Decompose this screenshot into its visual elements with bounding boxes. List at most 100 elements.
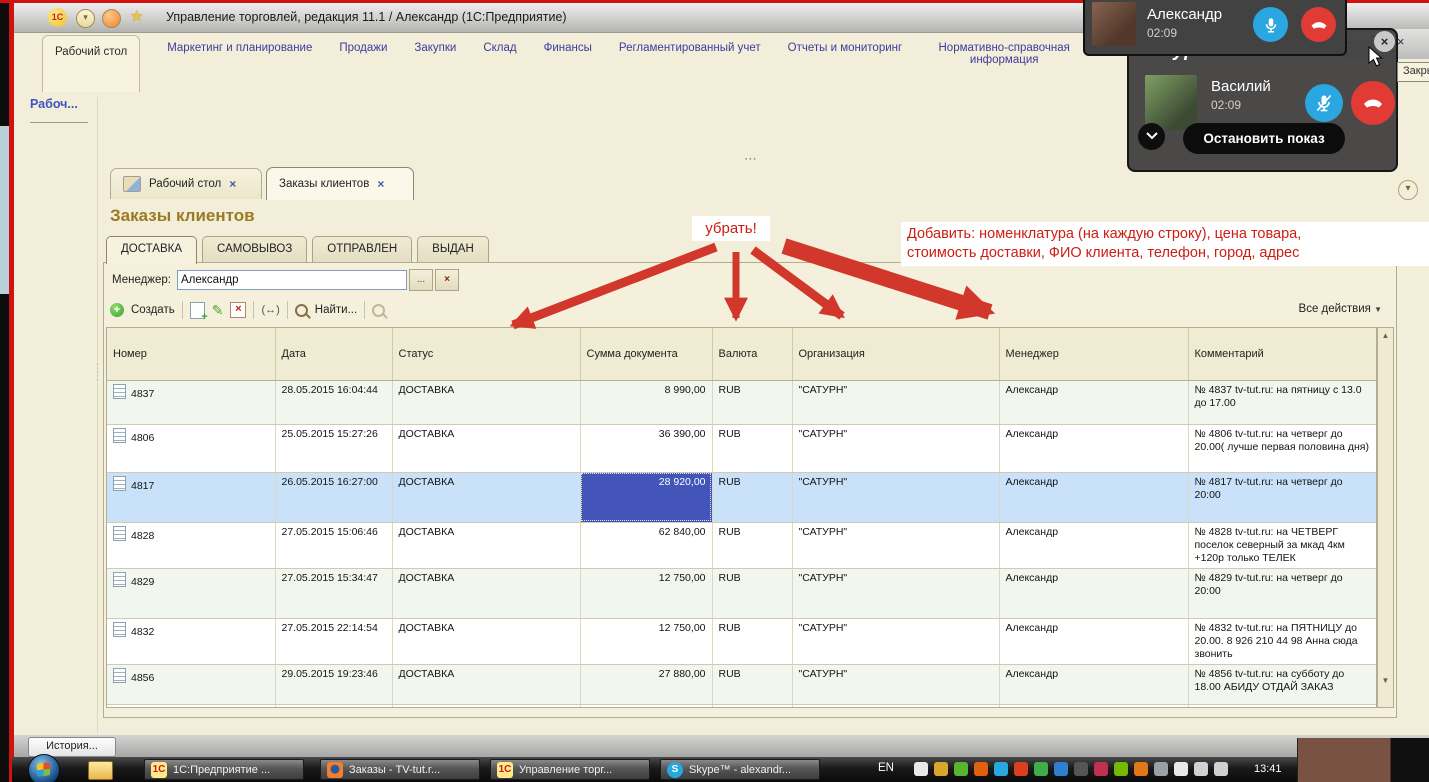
clear-search-icon[interactable]: [372, 304, 385, 317]
column-header[interactable]: Валюта: [712, 328, 792, 380]
cell-currency: RUB: [712, 664, 792, 704]
section-menu-item[interactable]: Закупки: [414, 32, 456, 54]
tray-icon-cc-cleaner[interactable]: [1014, 762, 1028, 776]
order-row[interactable]: 4817 26.05.2015 16:27:00 ДОСТАВКА 28 920…: [107, 472, 1376, 522]
favorites-star-icon[interactable]: ★: [130, 8, 143, 25]
tray-icon-action-flag[interactable]: [1174, 762, 1188, 776]
tray-icon-network-signal[interactable]: [1214, 762, 1228, 776]
create-icon[interactable]: +: [110, 303, 124, 317]
order-row[interactable]: 4806 25.05.2015 15:27:26 ДОСТАВКА 36 390…: [107, 424, 1376, 472]
phone-icon: [1309, 15, 1329, 35]
column-header[interactable]: Комментарий: [1188, 328, 1376, 380]
cell-date: 27.05.2015 15:34:47: [275, 568, 392, 618]
scroll-up-icon[interactable]: ▲: [1378, 331, 1393, 340]
find-button[interactable]: Найти...: [315, 304, 357, 316]
taskbar-button-firefox[interactable]: Заказы - TV-tut.r...: [320, 759, 480, 780]
taskbar-button-trade-management[interactable]: 1С Управление торг...: [490, 759, 650, 780]
section-menu-item[interactable]: Нормативно-справочная информация: [929, 32, 1079, 66]
tray-icon-antivirus-check[interactable]: [954, 762, 968, 776]
status-tab[interactable]: ВЫДАН: [417, 236, 489, 262]
section-menu-item[interactable]: Отчеты и мониторинг: [788, 32, 903, 54]
order-row[interactable]: 4852 29.05.2015 16:48:59 ДОСТАВКА 12 750…: [107, 704, 1376, 708]
cell-date: 25.05.2015 15:27:26: [275, 424, 392, 472]
cell-status: ДОСТАВКА: [392, 568, 580, 618]
manager-picker-button[interactable]: ...: [409, 269, 433, 291]
status-tab[interactable]: САМОВЫВОЗ: [202, 236, 307, 262]
tray-icon-usb-device[interactable]: [1154, 762, 1168, 776]
column-header[interactable]: Сумма документа: [580, 328, 712, 380]
tray-icon-skype-tray[interactable]: [994, 762, 1008, 776]
close-button[interactable]: ×: [1397, 34, 1405, 50]
column-header[interactable]: Организация: [792, 328, 999, 380]
taskbar-button-skype[interactable]: S Skype™ - alexandr...: [660, 759, 820, 780]
tab-desktop[interactable]: Рабочий стол ×: [110, 168, 262, 199]
tray-icon-display[interactable]: [1074, 762, 1088, 776]
explorer-icon[interactable]: [88, 761, 113, 780]
tray-icon-nvidia[interactable]: [1114, 762, 1128, 776]
stop-sharing-button[interactable]: Остановить показ: [1183, 123, 1345, 154]
tray-icon-wireless[interactable]: [1054, 762, 1068, 776]
tray-icon-green-box[interactable]: [1034, 762, 1048, 776]
section-menu-item[interactable]: Финансы: [544, 32, 592, 54]
delete-icon[interactable]: ×: [230, 302, 246, 318]
section-menu-item[interactable]: Склад: [483, 32, 516, 54]
tray-icon-clipboard[interactable]: [1194, 762, 1208, 776]
document-icon: [113, 572, 126, 587]
tray-icon-shield[interactable]: [934, 762, 948, 776]
tray-icon-windows-update[interactable]: [914, 762, 928, 776]
order-row[interactable]: 4828 27.05.2015 15:06:46 ДОСТАВКА 62 840…: [107, 522, 1376, 568]
cell-date: 27.05.2015 22:14:54: [275, 618, 392, 664]
skype-video-preview[interactable]: [1297, 738, 1429, 782]
document-icon: [113, 668, 126, 683]
section-menu-item[interactable]: Рабочий стол: [42, 35, 140, 92]
avatar: [1145, 75, 1197, 130]
all-actions-button[interactable]: Все действия ▼: [1299, 303, 1382, 315]
fit-width-icon[interactable]: (↔): [261, 304, 279, 316]
table-scrollbar[interactable]: ▲ ▼: [1377, 327, 1394, 708]
status-tab[interactable]: ОТПРАВЛЕН: [312, 236, 412, 262]
start-button[interactable]: [28, 754, 60, 782]
orders-table-wrap: НомерДатаСтатусСумма документаВалютаОрга…: [106, 327, 1377, 708]
cell-amount: 27 880,00: [580, 664, 712, 704]
copy-document-icon[interactable]: [190, 302, 205, 319]
search-icon[interactable]: [295, 304, 308, 317]
tab-close-icon[interactable]: ×: [377, 177, 384, 191]
more-options-button[interactable]: [1138, 123, 1165, 150]
panel-splitter[interactable]: [97, 97, 98, 733]
column-header[interactable]: Дата: [275, 328, 392, 380]
tab-close-icon[interactable]: ×: [229, 177, 236, 191]
status-tab[interactable]: ДОСТАВКА: [106, 236, 197, 264]
left-panel-collapsed-label[interactable]: Рабоч...: [30, 97, 78, 111]
hangup-button[interactable]: [1351, 81, 1395, 125]
hangup-button[interactable]: [1301, 7, 1336, 42]
tab-list-dropdown-button[interactable]: ▾: [1398, 180, 1418, 200]
section-menu-item[interactable]: Регламентированный учет: [619, 32, 761, 54]
section-menu-item[interactable]: Продажи: [339, 32, 387, 54]
manager-filter-input[interactable]: [177, 270, 407, 290]
tab-customer-orders[interactable]: Заказы клиентов ×: [266, 167, 414, 200]
edit-pencil-icon[interactable]: ✎: [212, 303, 224, 317]
manager-clear-button[interactable]: ×: [435, 269, 459, 291]
column-header[interactable]: Менеджер: [999, 328, 1188, 380]
order-row[interactable]: 4832 27.05.2015 22:14:54 ДОСТАВКА 12 750…: [107, 618, 1376, 664]
splitter-dots-icon[interactable]: ⋯: [744, 151, 760, 167]
main-menu-button[interactable]: ▾: [76, 9, 95, 28]
mute-button[interactable]: [1305, 84, 1343, 122]
mute-button[interactable]: [1253, 7, 1288, 42]
splitter-grip-icon[interactable]: ∙∙∙∙∙: [92, 363, 103, 382]
tray-icon-red-flower[interactable]: [1094, 762, 1108, 776]
taskbar-clock[interactable]: 13:41: [1254, 763, 1282, 775]
order-row[interactable]: 4829 27.05.2015 15:34:47 ДОСТАВКА 12 750…: [107, 568, 1376, 618]
create-button[interactable]: Создать: [131, 304, 175, 316]
tray-icon-java[interactable]: [974, 762, 988, 776]
order-row[interactable]: 4837 28.05.2015 16:04:44 ДОСТАВКА 8 990,…: [107, 380, 1376, 424]
section-menu-item[interactable]: Маркетинг и планирование: [167, 32, 312, 54]
column-header[interactable]: Статус: [392, 328, 580, 380]
column-header[interactable]: Номер: [107, 328, 275, 380]
order-row[interactable]: 4856 29.05.2015 19:23:46 ДОСТАВКА 27 880…: [107, 664, 1376, 704]
quick-access-button[interactable]: [102, 9, 121, 28]
language-indicator[interactable]: EN: [878, 762, 894, 774]
taskbar-button-1c-enterprise[interactable]: 1С 1С:Предприятие ...: [144, 759, 304, 780]
scroll-down-icon[interactable]: ▼: [1378, 676, 1393, 685]
tray-icon-orange-app[interactable]: [1134, 762, 1148, 776]
